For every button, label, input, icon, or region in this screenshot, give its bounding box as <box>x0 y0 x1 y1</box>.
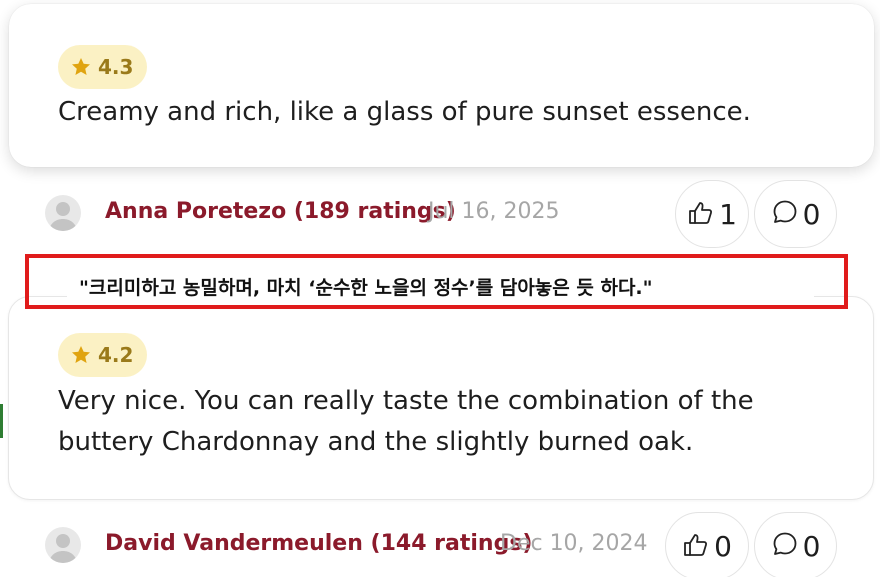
user-avatar-icon[interactable] <box>45 527 81 563</box>
comment-count: 0 <box>802 197 821 231</box>
like-button[interactable]: 0 <box>665 512 749 577</box>
user-avatar-icon[interactable] <box>45 195 81 231</box>
review-meta-row: Anna Poretezo (189 ratings) Jul 16, 2025… <box>0 180 880 248</box>
like-count: 0 <box>714 529 732 563</box>
rating-value: 4.3 <box>98 55 134 79</box>
like-button[interactable]: 1 <box>675 180 749 248</box>
author-link[interactable]: Anna Poretezo (189 ratings) <box>105 199 456 224</box>
review-text: Very nice. You can really taste the comb… <box>58 386 754 457</box>
star-icon <box>70 344 92 366</box>
speech-bubble-icon <box>771 198 799 230</box>
thumbs-up-icon <box>687 198 715 230</box>
translation-label: "크리미하고 농밀하며, 마치 ‘순수한 노을의 정수’를 담아놓은 듯 하다.… <box>67 267 814 300</box>
rating-value: 4.2 <box>98 343 134 367</box>
review-date: Dec 10, 2024 <box>500 531 648 556</box>
comment-button[interactable]: 0 <box>754 512 837 577</box>
author-link[interactable]: David Vandermeulen (144 ratings) <box>105 531 533 556</box>
thumbs-up-icon <box>682 530 710 562</box>
left-edge-strip <box>0 404 3 438</box>
comment-count: 0 <box>802 529 821 563</box>
like-count: 1 <box>719 197 737 231</box>
speech-bubble-icon <box>771 530 799 562</box>
star-icon <box>70 56 92 78</box>
review-date: Jul 16, 2025 <box>428 199 560 224</box>
rating-badge: 4.3 <box>58 45 148 89</box>
review-meta-row: David Vandermeulen (144 ratings) Dec 10,… <box>0 512 880 577</box>
comment-button[interactable]: 0 <box>754 180 837 248</box>
review-card[interactable]: 4.2 Very nice. You can really taste the … <box>8 296 874 500</box>
translation-highlight-box: "크리미하고 농밀하며, 마치 ‘순수한 노을의 정수’를 담아놓은 듯 하다.… <box>25 254 848 309</box>
rating-badge: 4.2 <box>58 333 148 377</box>
translation-text: "크리미하고 농밀하며, 마치 ‘순수한 노을의 정수’를 담아놓은 듯 하다.… <box>79 277 653 299</box>
review-card[interactable]: 4.3 Creamy and rich, like a glass of pur… <box>9 4 874 167</box>
review-text: Creamy and rich, like a glass of pure su… <box>58 97 751 127</box>
